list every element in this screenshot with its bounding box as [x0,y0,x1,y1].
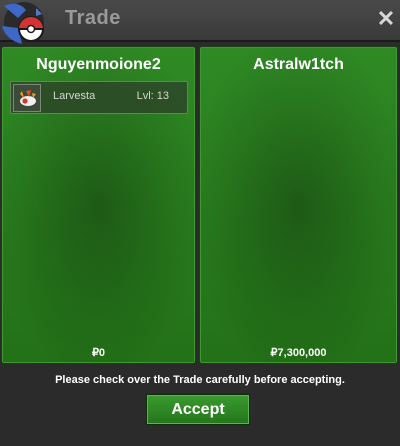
trade-window: Trade ✕ Nguyenmoione2 Larvesta Lvl: 13 ₽… [0,0,400,446]
my-offer-panel: Nguyenmoione2 Larvesta Lvl: 13 ₽0 [1,46,196,364]
trade-notice: Please check over the Trade carefully be… [55,374,345,386]
window-title: Trade [65,7,121,29]
partner-offer-panel: Astralw1tch ₽7,300,000 [199,46,398,364]
larvesta-sprite-icon [13,84,41,112]
player-name: Nguyenmoione2 [36,56,161,73]
partner-money-offer: ₽7,300,000 [270,347,327,359]
pokemon-level: Lvl: 13 [136,90,169,102]
close-button[interactable]: ✕ [376,8,396,30]
pokeball-logo-icon [2,2,44,44]
offered-pokemon-row[interactable]: Larvesta Lvl: 13 [10,81,188,114]
partner-name: Astralw1tch [253,56,344,73]
accept-button[interactable]: Accept [146,394,250,425]
pokemon-name: Larvesta [53,90,96,102]
my-money-offer: ₽0 [91,347,106,359]
title-bar[interactable]: Trade ✕ [0,0,400,42]
